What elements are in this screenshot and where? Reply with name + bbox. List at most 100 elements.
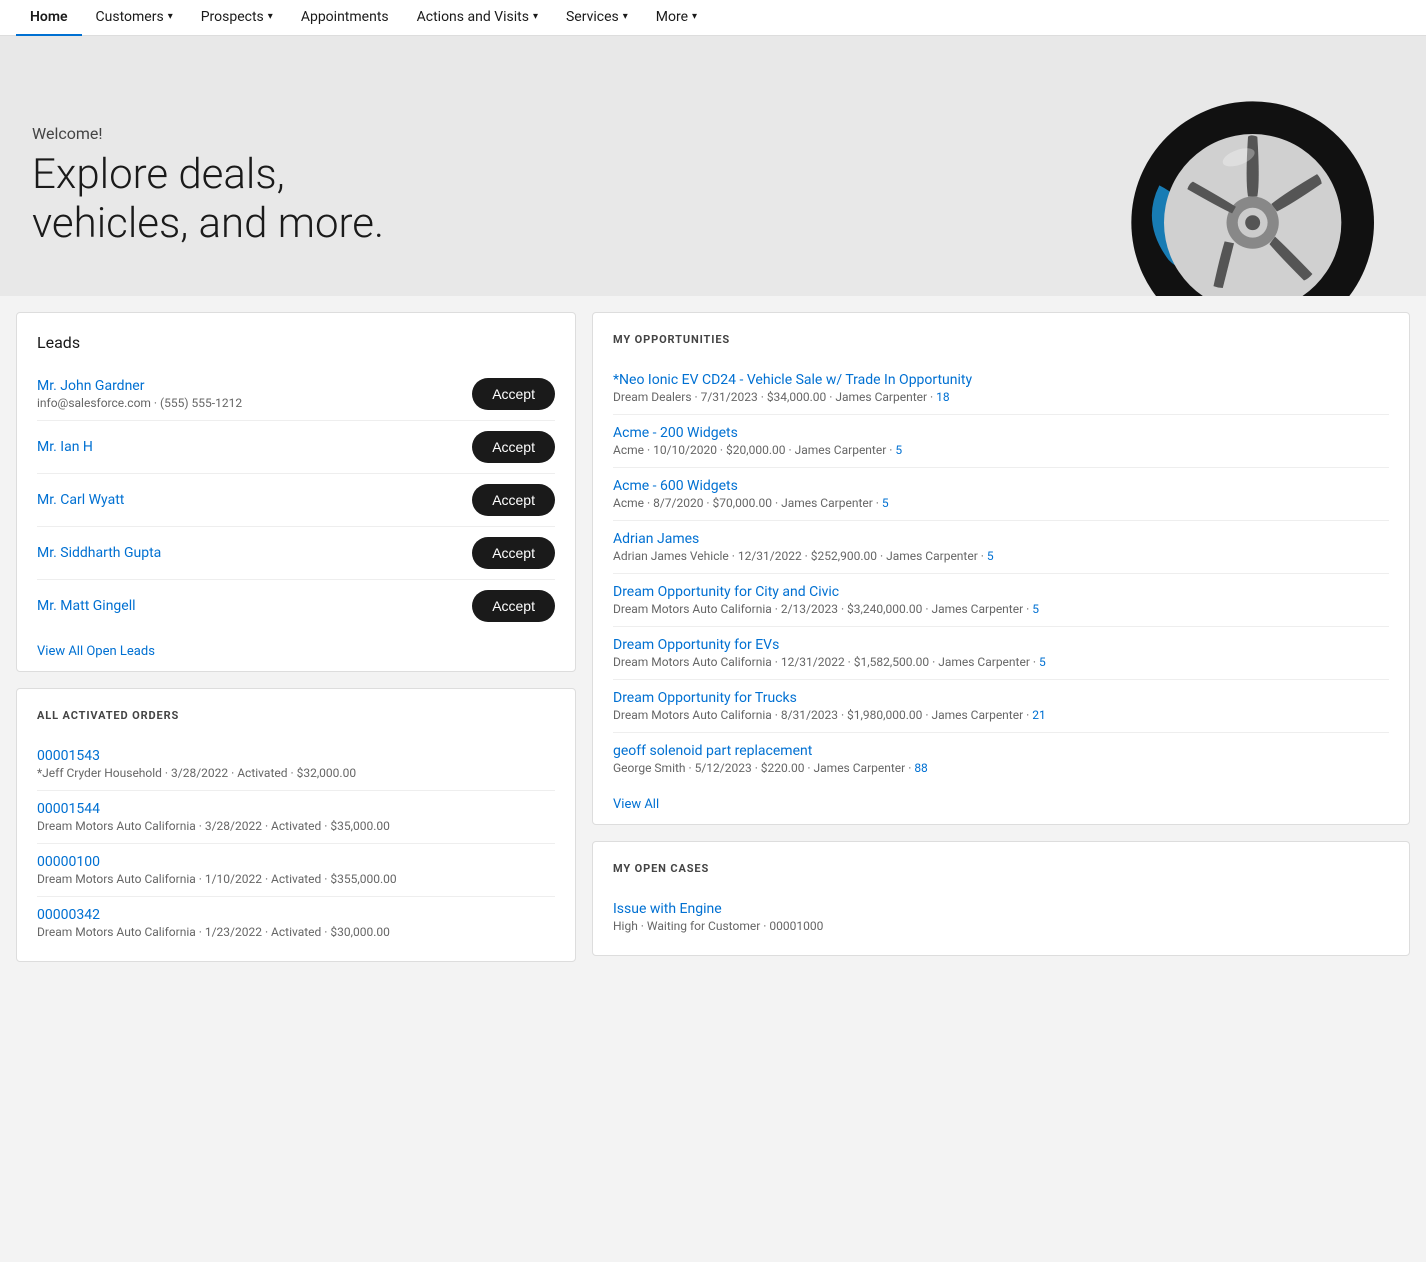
leads-section-title: Leads — [37, 333, 555, 352]
opp-title[interactable]: Dream Opportunity for Trucks — [613, 690, 1389, 706]
opp-row: Acme - 600 Widgets Acme · 8/7/2020 · $70… — [613, 468, 1389, 521]
opp-meta: Acme · 8/7/2020 · $70,000.00 · James Car… — [613, 496, 1389, 510]
accept-button-2[interactable]: Accept — [472, 484, 555, 516]
opp-count: 5 — [882, 496, 889, 510]
order-id[interactable]: 00000342 — [37, 907, 555, 923]
wheel-graphic — [1074, 56, 1394, 296]
lead-info: Mr. Siddharth Gupta — [37, 545, 161, 561]
opp-meta: Dream Motors Auto California · 12/31/202… — [613, 655, 1389, 669]
lead-name[interactable]: Mr. Matt Gingell — [37, 598, 136, 614]
hero-image — [1034, 56, 1394, 296]
order-meta: Dream Motors Auto California · 3/28/2022… — [37, 819, 555, 833]
accept-button-1[interactable]: Accept — [472, 431, 555, 463]
opp-title[interactable]: geoff solenoid part replacement — [613, 743, 1389, 759]
opp-count: 5 — [1032, 602, 1039, 616]
chevron-down-icon: ▾ — [168, 11, 173, 22]
nav-item-services[interactable]: Services ▾ — [552, 0, 642, 36]
order-id[interactable]: 00000100 — [37, 854, 555, 870]
opp-row: geoff solenoid part replacement George S… — [613, 733, 1389, 785]
cases-card: MY OPEN CASES Issue with Engine High · W… — [592, 841, 1410, 956]
hero-headline: Explore deals,vehicles, and more. — [32, 151, 1034, 248]
chevron-down-icon: ▾ — [268, 11, 273, 22]
orders-card: ALL ACTIVATED ORDERS 00001543 *Jeff Cryd… — [16, 688, 576, 962]
nav-item-prospects[interactable]: Prospects ▾ — [187, 0, 287, 36]
lead-info: Mr. Matt Gingell — [37, 598, 136, 614]
accept-button-3[interactable]: Accept — [472, 537, 555, 569]
lead-row: Mr. Carl Wyatt Accept — [37, 474, 555, 527]
chevron-down-icon: ▾ — [692, 11, 697, 22]
order-meta: Dream Motors Auto California · 1/23/2022… — [37, 925, 555, 939]
opp-section-title: MY OPPORTUNITIES — [613, 333, 1389, 346]
lead-row: Mr. Siddharth Gupta Accept — [37, 527, 555, 580]
case-meta: High · Waiting for Customer · 00001000 — [613, 919, 1389, 933]
opp-count: 5 — [1039, 655, 1046, 669]
opp-row: Dream Opportunity for EVs Dream Motors A… — [613, 627, 1389, 680]
nav-item-appointments[interactable]: Appointments — [287, 0, 403, 36]
opp-count: 18 — [936, 390, 950, 404]
order-meta: Dream Motors Auto California · 1/10/2022… — [37, 872, 555, 886]
lead-name[interactable]: Mr. Siddharth Gupta — [37, 545, 161, 561]
opp-meta: Dream Dealers · 7/31/2023 · $34,000.00 ·… — [613, 390, 1389, 404]
hero-banner: Welcome! Explore deals,vehicles, and mor… — [0, 36, 1426, 296]
opp-count: 5 — [895, 443, 902, 457]
opp-row: Acme - 200 Widgets Acme · 10/10/2020 · $… — [613, 415, 1389, 468]
chevron-down-icon: ▾ — [623, 11, 628, 22]
nav-item-customers[interactable]: Customers ▾ — [82, 0, 187, 36]
lead-info: Mr. Carl Wyatt — [37, 492, 124, 508]
opp-meta: Adrian James Vehicle · 12/31/2022 · $252… — [613, 549, 1389, 563]
nav-item-actions-visits[interactable]: Actions and Visits ▾ — [403, 0, 552, 36]
opp-count: 88 — [914, 761, 928, 775]
orders-section-title: ALL ACTIVATED ORDERS — [37, 709, 555, 722]
lead-row: Mr. John Gardner info@salesforce.com · (… — [37, 368, 555, 421]
lead-info: Mr. John Gardner info@salesforce.com · (… — [37, 378, 242, 410]
opportunities-card: MY OPPORTUNITIES *Neo Ionic EV CD24 - Ve… — [592, 312, 1410, 825]
main-nav: Home Customers ▾ Prospects ▾ Appointment… — [0, 0, 1426, 36]
lead-name[interactable]: Mr. John Gardner — [37, 378, 242, 394]
right-column: MY OPPORTUNITIES *Neo Ionic EV CD24 - Ve… — [592, 312, 1410, 962]
opp-meta: Dream Motors Auto California · 2/13/2023… — [613, 602, 1389, 616]
opp-title[interactable]: Adrian James — [613, 531, 1389, 547]
opp-title[interactable]: *Neo Ionic EV CD24 - Vehicle Sale w/ Tra… — [613, 372, 1389, 388]
order-row: 00000100 Dream Motors Auto California · … — [37, 844, 555, 897]
opp-meta: Acme · 10/10/2020 · $20,000.00 · James C… — [613, 443, 1389, 457]
order-id[interactable]: 00001544 — [37, 801, 555, 817]
view-all-leads-link[interactable]: View All Open Leads — [37, 644, 155, 659]
chevron-down-icon: ▾ — [533, 11, 538, 22]
nav-item-home[interactable]: Home — [16, 0, 82, 36]
opp-title[interactable]: Dream Opportunity for City and Civic — [613, 584, 1389, 600]
opp-count: 21 — [1032, 708, 1046, 722]
opp-title[interactable]: Acme - 200 Widgets — [613, 425, 1389, 441]
order-row: 00001543 *Jeff Cryder Household · 3/28/2… — [37, 738, 555, 791]
nav-item-more[interactable]: More ▾ — [642, 0, 711, 36]
case-title[interactable]: Issue with Engine — [613, 901, 1389, 917]
cases-section-title: MY OPEN CASES — [613, 862, 1389, 875]
accept-button-0[interactable]: Accept — [472, 378, 555, 410]
order-row: 00001544 Dream Motors Auto California · … — [37, 791, 555, 844]
lead-info: Mr. Ian H — [37, 439, 93, 455]
lead-row: Mr. Ian H Accept — [37, 421, 555, 474]
lead-name[interactable]: Mr. Ian H — [37, 439, 93, 455]
opp-row: Dream Opportunity for Trucks Dream Motor… — [613, 680, 1389, 733]
lead-row: Mr. Matt Gingell Accept — [37, 580, 555, 632]
opp-row: Dream Opportunity for City and Civic Dre… — [613, 574, 1389, 627]
order-row: 00000342 Dream Motors Auto California · … — [37, 897, 555, 949]
opp-meta: Dream Motors Auto California · 8/31/2023… — [613, 708, 1389, 722]
accept-button-4[interactable]: Accept — [472, 590, 555, 622]
hero-welcome: Welcome! — [32, 124, 1034, 143]
opp-row: Adrian James Adrian James Vehicle · 12/3… — [613, 521, 1389, 574]
opp-count: 5 — [987, 549, 994, 563]
opp-title[interactable]: Dream Opportunity for EVs — [613, 637, 1389, 653]
view-all-opportunities-link[interactable]: View All — [613, 797, 659, 812]
opp-title[interactable]: Acme - 600 Widgets — [613, 478, 1389, 494]
opp-row: *Neo Ionic EV CD24 - Vehicle Sale w/ Tra… — [613, 362, 1389, 415]
lead-contact: info@salesforce.com · (555) 555-1212 — [37, 396, 242, 410]
left-column: Leads Mr. John Gardner info@salesforce.c… — [16, 312, 576, 962]
main-content: Leads Mr. John Gardner info@salesforce.c… — [0, 296, 1426, 978]
leads-card: Leads Mr. John Gardner info@salesforce.c… — [16, 312, 576, 672]
opp-meta: George Smith · 5/12/2023 · $220.00 · Jam… — [613, 761, 1389, 775]
order-id[interactable]: 00001543 — [37, 748, 555, 764]
lead-name[interactable]: Mr. Carl Wyatt — [37, 492, 124, 508]
case-row: Issue with Engine High · Waiting for Cus… — [613, 891, 1389, 943]
hero-text-block: Welcome! Explore deals,vehicles, and mor… — [32, 124, 1034, 248]
order-meta: *Jeff Cryder Household · 3/28/2022 · Act… — [37, 766, 555, 780]
